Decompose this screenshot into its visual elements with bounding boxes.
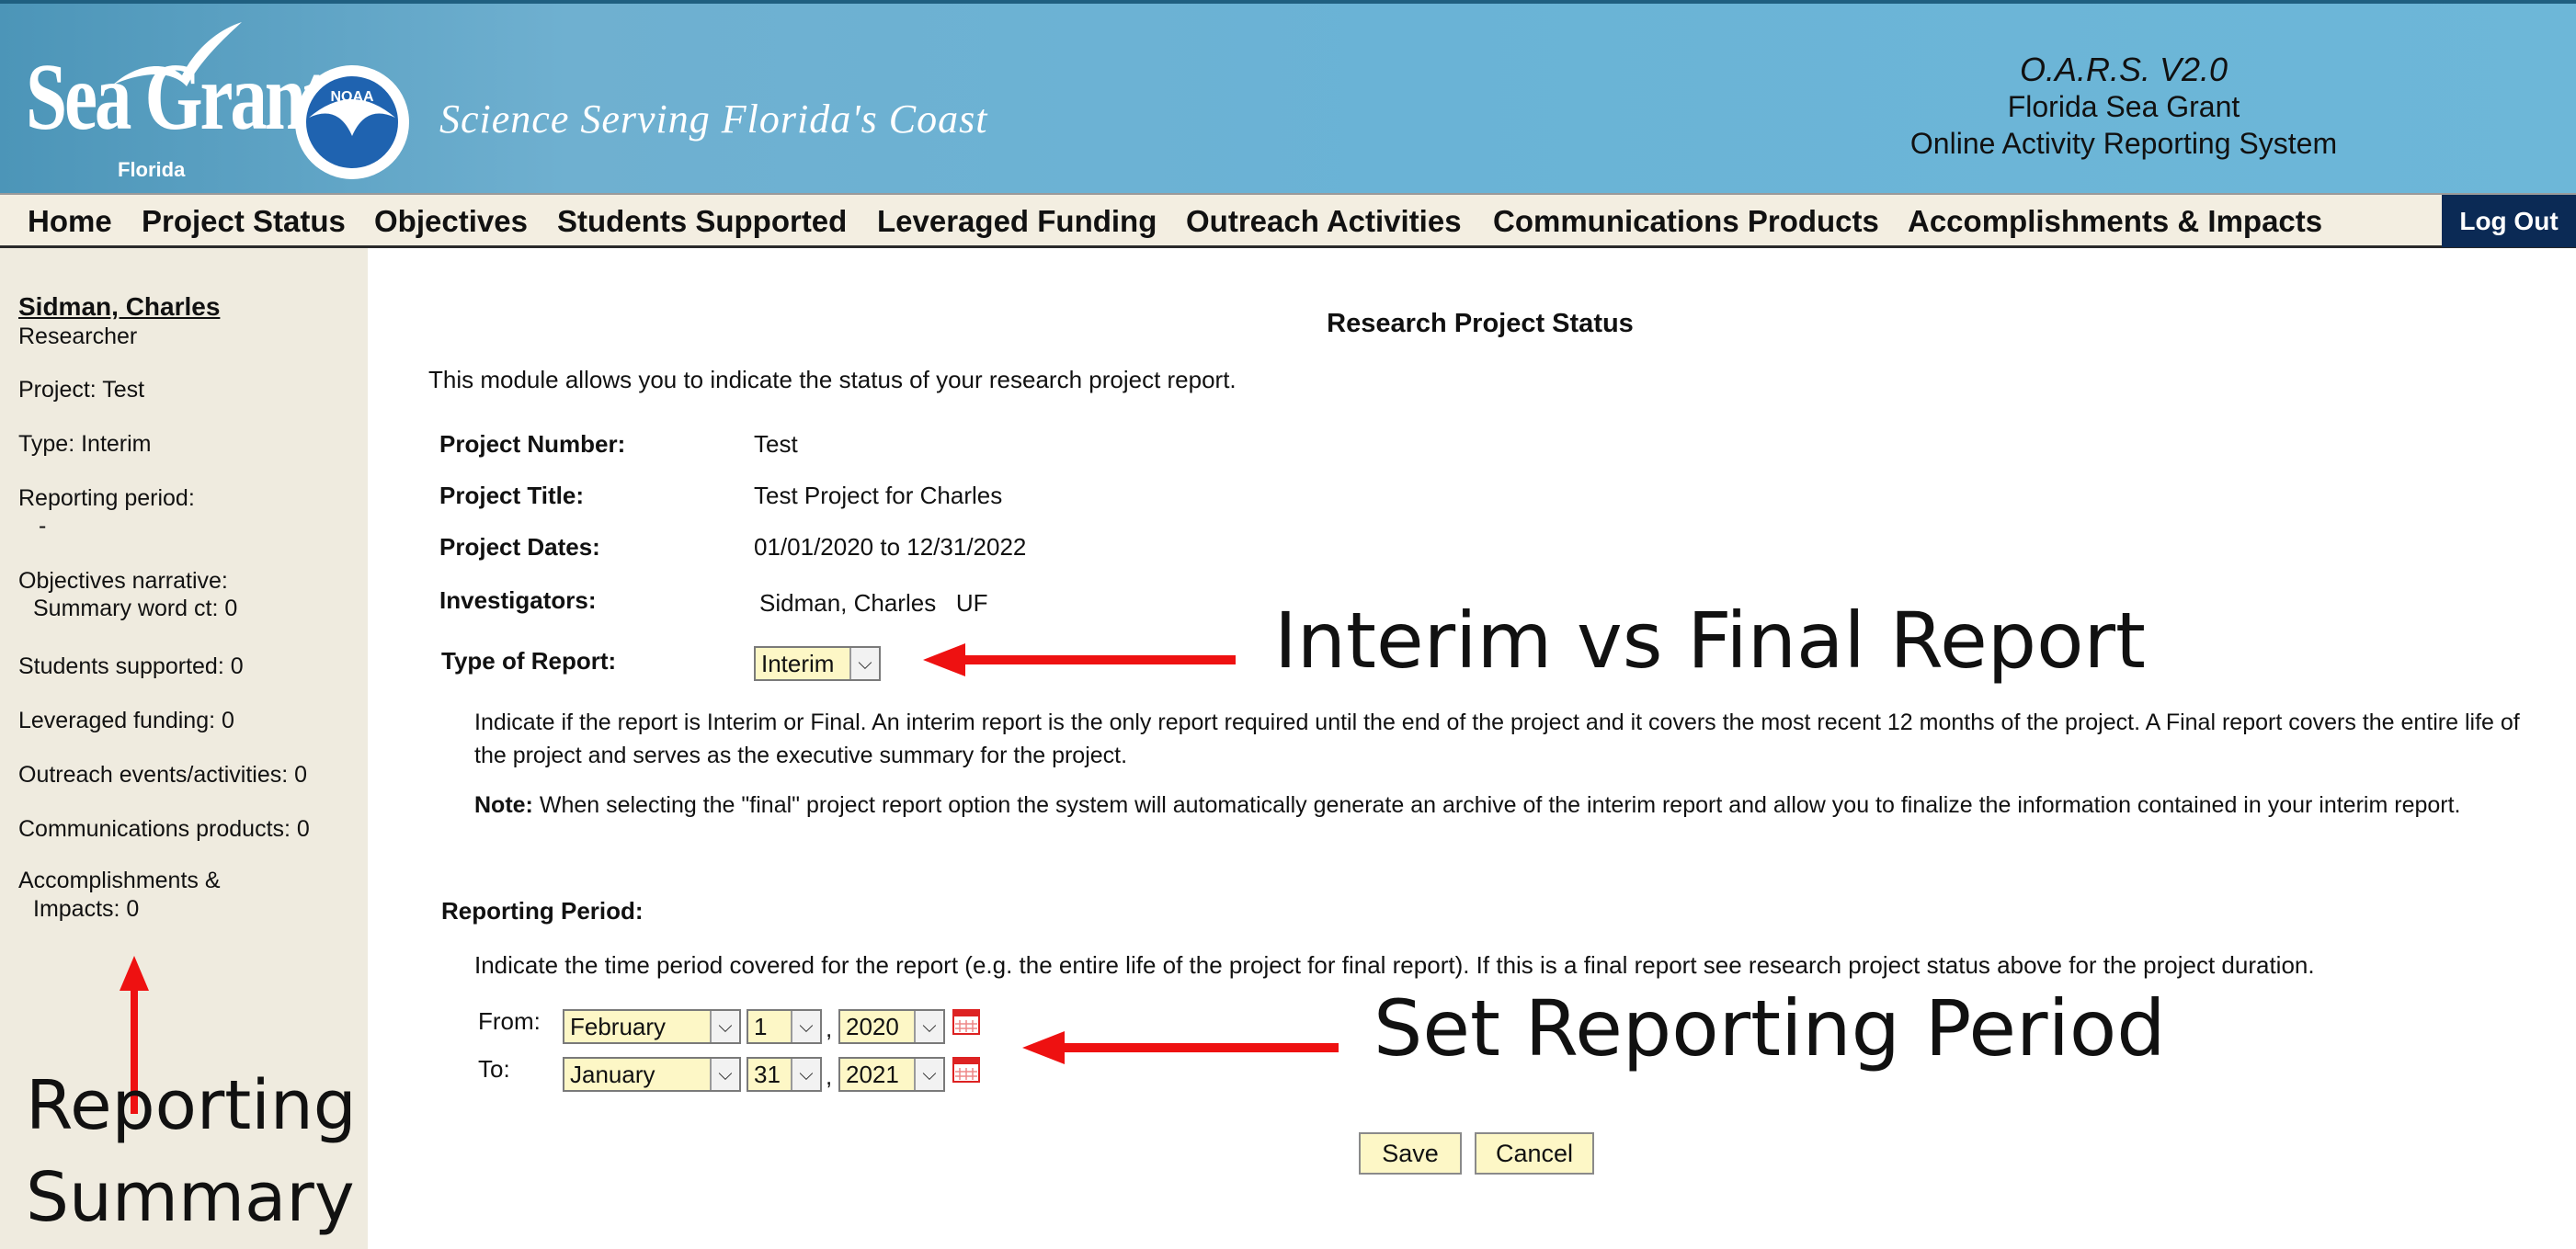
chevron-down-icon: ⌵ [914, 1011, 943, 1042]
project-dates-label: Project Dates: [439, 533, 600, 561]
nav-students-supported[interactable]: Students Supported [557, 204, 847, 239]
nav-leveraged-funding[interactable]: Leveraged Funding [877, 204, 1157, 239]
annotation-summary: Summary [26, 1158, 355, 1237]
page-title: Research Project Status [1327, 309, 1634, 338]
to-month-select[interactable]: January ⌵ [563, 1057, 741, 1092]
from-month-select[interactable]: February ⌵ [563, 1009, 741, 1044]
user-role: Researcher [18, 324, 138, 349]
cancel-button[interactable]: Cancel [1475, 1132, 1594, 1175]
from-calendar-icon[interactable] [952, 1009, 980, 1035]
project-title-label: Project Title: [439, 482, 585, 509]
system-version: O.A.R.S. V2.0 [2019, 51, 2228, 88]
chevron-down-icon: ⌵ [914, 1059, 943, 1090]
annotation-arrow-period [1022, 1031, 1339, 1064]
project-dates-value: 01/01/2020 to 12/31/2022 [754, 533, 1027, 561]
sidebar-project: Project: Test [18, 377, 145, 403]
to-calendar-icon[interactable] [952, 1057, 980, 1083]
sidebar-leveraged: Leveraged funding: 0 [18, 708, 234, 733]
project-number-label: Project Number: [439, 430, 626, 458]
project-number-value: Test [754, 430, 798, 458]
note-text: Note: When selecting the "final" project… [474, 789, 2525, 822]
nav-outreach-activities[interactable]: Outreach Activities [1186, 204, 1462, 239]
save-button[interactable]: Save [1359, 1132, 1462, 1175]
noaa-logo-icon: NOAA [295, 65, 409, 179]
from-day-value: 1 [754, 1013, 768, 1040]
to-day-select[interactable]: 31 ⌵ [747, 1057, 822, 1092]
nav-objectives[interactable]: Objectives [374, 204, 528, 239]
from-day-select[interactable]: 1 ⌵ [747, 1009, 822, 1044]
type-of-report-select[interactable]: Interim ⌵ [754, 646, 881, 681]
annotation-set-reporting-period: Set Reporting Period [1373, 983, 2166, 1073]
header-banner: Sea Grant Florida NOAA Science Serving F… [0, 0, 2576, 193]
to-label: To: [478, 1055, 510, 1083]
nav-accomplishments-impacts[interactable]: Accomplishments & Impacts [1908, 204, 2322, 239]
nav-communications-products[interactable]: Communications Products [1493, 204, 1879, 239]
from-year-value: 2020 [846, 1013, 899, 1040]
to-month-value: January [570, 1061, 655, 1088]
from-year-select[interactable]: 2020 ⌵ [838, 1009, 945, 1044]
to-day-value: 31 [754, 1061, 781, 1088]
type-of-report-label: Type of Report: [441, 647, 617, 675]
sidebar-type: Type: Interim [18, 431, 152, 457]
reporting-period-label: Reporting Period: [441, 897, 644, 925]
reporting-period-help: Indicate the time period covered for the… [474, 951, 2315, 979]
logout-button[interactable]: Log Out [2442, 195, 2576, 247]
nav-home[interactable]: Home [28, 204, 112, 239]
type-help-text: Indicate if the report is Interim or Fin… [474, 710, 2520, 768]
logo-subtitle: Florida [118, 158, 186, 181]
sidebar-accomplishments-count: Impacts: 0 [33, 896, 140, 922]
chevron-down-icon: ⌵ [791, 1059, 820, 1090]
system-org: Florida Sea Grant [2007, 90, 2240, 123]
from-label: From: [478, 1007, 541, 1035]
sidebar-outreach: Outreach events/activities: 0 [18, 762, 308, 788]
logo-wordmark: Sea Grant [26, 44, 328, 150]
from-comma: , [826, 1015, 833, 1042]
annotation-interim-vs-final: Interim vs Final Report [1274, 596, 2146, 686]
to-year-select[interactable]: 2021 ⌵ [838, 1057, 945, 1092]
annotation-arrow-type [923, 643, 1236, 676]
sidebar-reporting-period-label: Reporting period: [18, 485, 195, 511]
system-name: Online Activity Reporting System [1909, 127, 2338, 160]
sidebar-accomplishments-label: Accomplishments & [18, 868, 221, 893]
sidebar-reporting-period-value: - [39, 513, 47, 539]
investigators-label: Investigators: [439, 586, 597, 614]
noaa-label: NOAA [330, 89, 374, 105]
to-year-value: 2021 [846, 1061, 899, 1088]
sidebar-objectives-label: Objectives narrative: [18, 568, 228, 594]
main-nav: Home Project Status Objectives Students … [0, 193, 2576, 248]
note-body: When selecting the "final" project repor… [539, 792, 2461, 818]
chevron-down-icon: ⌵ [849, 648, 879, 679]
sidebar-objectives-count: Summary word ct: 0 [33, 596, 238, 621]
chevron-down-icon: ⌵ [791, 1011, 820, 1042]
tagline: Science Serving Florida's Coast [439, 97, 988, 142]
investigators-value: Sidman, Charles UF [759, 589, 988, 617]
annotation-reporting: Reporting [26, 1066, 357, 1145]
sidebar-communications: Communications products: 0 [18, 816, 310, 842]
reporting-summary-sidebar: Sidman, Charles Researcher Project: Test… [0, 248, 368, 1249]
note-label: Note: [474, 792, 533, 818]
sidebar-students: Students supported: 0 [18, 653, 244, 679]
chevron-down-icon: ⌵ [710, 1059, 739, 1090]
project-title-value: Test Project for Charles [754, 482, 1003, 509]
intro-text: This module allows you to indicate the s… [428, 366, 1237, 393]
nav-project-status[interactable]: Project Status [142, 204, 346, 239]
user-name-link[interactable]: Sidman, Charles [18, 292, 220, 322]
chevron-down-icon: ⌵ [710, 1011, 739, 1042]
to-comma: , [826, 1062, 833, 1090]
from-month-value: February [570, 1013, 667, 1040]
system-info: O.A.R.S. V2.0 Florida Sea Grant Online A… [1885, 51, 2363, 162]
type-of-report-value: Interim [761, 650, 835, 677]
